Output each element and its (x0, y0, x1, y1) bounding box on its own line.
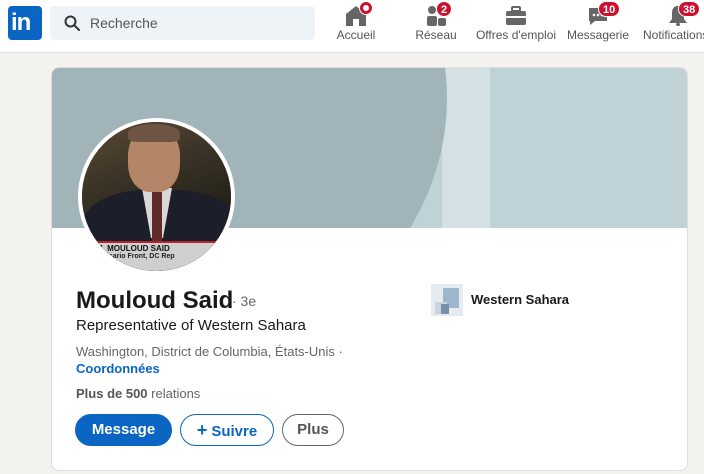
nav-item-messaging[interactable]: 10 Messagerie (566, 0, 630, 53)
photo-caption-name: M. MOULOUD SAID (96, 244, 170, 253)
nav-item-notifications[interactable]: 38 Notifications (642, 0, 704, 53)
home-notification-dot (359, 1, 373, 15)
photo-caption-role: Polisario Front, DC Rep (96, 253, 175, 260)
current-organization[interactable]: Western Sahara (431, 284, 651, 316)
search-bar[interactable] (50, 6, 315, 40)
notifications-badge: 38 (678, 1, 701, 17)
nav-label-jobs: Offres d'emploi (475, 28, 557, 42)
search-icon (64, 15, 80, 31)
connections-label: relations (151, 386, 201, 401)
follow-button[interactable]: + Suivre (180, 414, 274, 446)
banner-stripe (442, 68, 490, 228)
linkedin-logo[interactable]: in (8, 6, 42, 40)
organization-name: Western Sahara (471, 292, 570, 307)
top-navigation: in Accueil 2 Réseau Offres d (0, 0, 704, 53)
profile-headline: Representative of Western Sahara (76, 317, 306, 334)
nav-label-messaging: Messagerie (566, 28, 630, 42)
nav-item-network[interactable]: 2 Réseau (410, 0, 462, 53)
follow-label: Suivre (211, 423, 258, 440)
nav-item-jobs[interactable]: Offres d'emploi (472, 0, 560, 53)
connections-number: Plus de 500 (76, 386, 148, 401)
profile-location: Washington, District de Columbia, États-… (76, 344, 343, 359)
nav-label-home: Accueil (336, 28, 376, 42)
connection-degree: · 3e (232, 293, 257, 309)
nav-label-notifications: Notifications (643, 28, 704, 42)
plus-icon: + (196, 420, 208, 440)
contact-info-link[interactable]: Coordonnées (76, 361, 160, 376)
search-input[interactable] (90, 6, 310, 40)
briefcase-icon (506, 6, 526, 25)
messaging-badge: 10 (598, 1, 621, 17)
nav-item-home[interactable]: Accueil (330, 0, 382, 53)
logo-text: in (11, 9, 31, 36)
connections-count[interactable]: Plus de 500 relations (76, 386, 200, 401)
message-button[interactable]: Message (75, 414, 172, 446)
organization-logo (431, 284, 463, 316)
profile-card: M. MOULOUD SAID Polisario Front, DC Rep … (51, 67, 688, 471)
more-button[interactable]: Plus (282, 414, 344, 446)
network-badge: 2 (436, 1, 453, 17)
nav-label-network: Réseau (415, 28, 457, 42)
profile-photo[interactable]: M. MOULOUD SAID Polisario Front, DC Rep (78, 118, 235, 275)
profile-name: Mouloud Said (76, 287, 234, 314)
